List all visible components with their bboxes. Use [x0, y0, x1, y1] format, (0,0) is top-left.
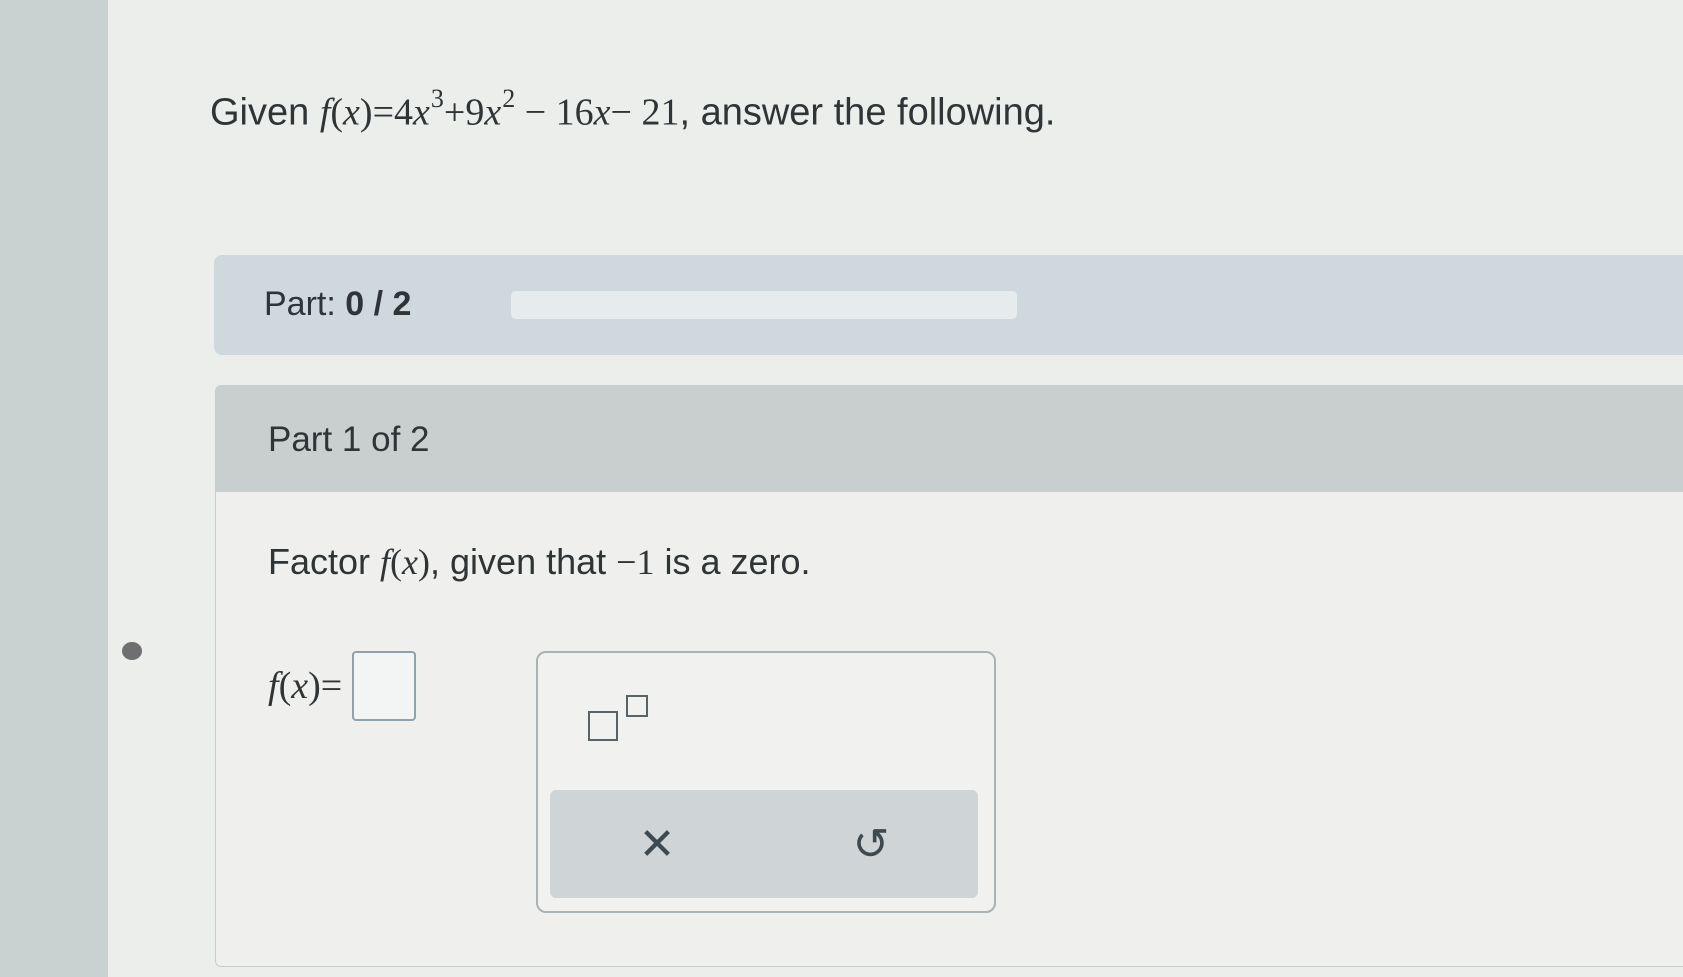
instruction-var: x — [402, 542, 419, 582]
progress-label-text: Part: — [264, 285, 346, 323]
clear-button[interactable]: ✕ — [550, 790, 764, 898]
question-exp2: 2 — [502, 84, 516, 113]
answer-equals: = — [320, 665, 343, 707]
part-card: Part 1 of 2 Factor f(x), given that −1 i… — [215, 385, 1683, 967]
progress-separator: / — [364, 285, 393, 323]
question-text: Given f(x)=4x3+9x2 − 16x− 21, answer the… — [210, 84, 1056, 134]
answer-label-var: x — [291, 665, 309, 707]
progress-total: 2 — [392, 285, 412, 323]
instruction-suffix: is a zero. — [654, 541, 811, 582]
question-var-2: x — [484, 91, 502, 134]
superscript-base-icon — [588, 711, 618, 741]
answer-row: f(x) = — [268, 651, 417, 721]
superscript-exponent-icon — [626, 695, 648, 717]
instruction-prefix: Factor — [268, 541, 381, 582]
progress-completed: 0 — [345, 285, 365, 323]
part-progress-label: Part: 0 / 2 — [264, 285, 411, 324]
question-coef3: 4 — [394, 91, 414, 134]
instruction-mid: , given that — [430, 541, 617, 582]
question-tail2: − 21 — [610, 91, 680, 134]
instruction-func: f — [380, 542, 391, 582]
part-header-title: Part 1 of 2 — [268, 420, 430, 459]
part-header[interactable]: Part 1 of 2 — [216, 386, 1683, 492]
question-op2: +9 — [443, 91, 485, 134]
question-var-3: x — [413, 91, 430, 134]
undo-button[interactable]: ↺ — [764, 790, 978, 898]
bullet-marker — [122, 642, 142, 660]
question-tail: − 16 — [515, 91, 594, 134]
instruction-text: Factor f(x), given that −1 is a zero. — [268, 541, 811, 582]
question-var-1: x — [593, 91, 611, 134]
keypad-actions: ✕ ↺ — [550, 790, 978, 898]
part-progress-bar: Part: 0 / 2 — [214, 255, 1683, 355]
instruction-zero-value: −1 — [616, 542, 655, 582]
close-icon: ✕ — [638, 819, 676, 869]
question-var: x — [343, 91, 360, 134]
superscript-button[interactable] — [588, 691, 658, 741]
question-prefix: Given — [210, 91, 320, 134]
question-func: f — [319, 91, 331, 134]
undo-icon: ↺ — [852, 819, 890, 869]
progress-track — [511, 291, 1017, 319]
question-exp3: 3 — [430, 84, 444, 113]
left-gutter — [0, 0, 120, 977]
answer-label-func: f — [268, 665, 279, 707]
answer-input[interactable] — [352, 651, 417, 721]
math-keypad: ✕ ↺ — [536, 651, 996, 913]
question-suffix: , answer the following. — [679, 91, 1056, 134]
